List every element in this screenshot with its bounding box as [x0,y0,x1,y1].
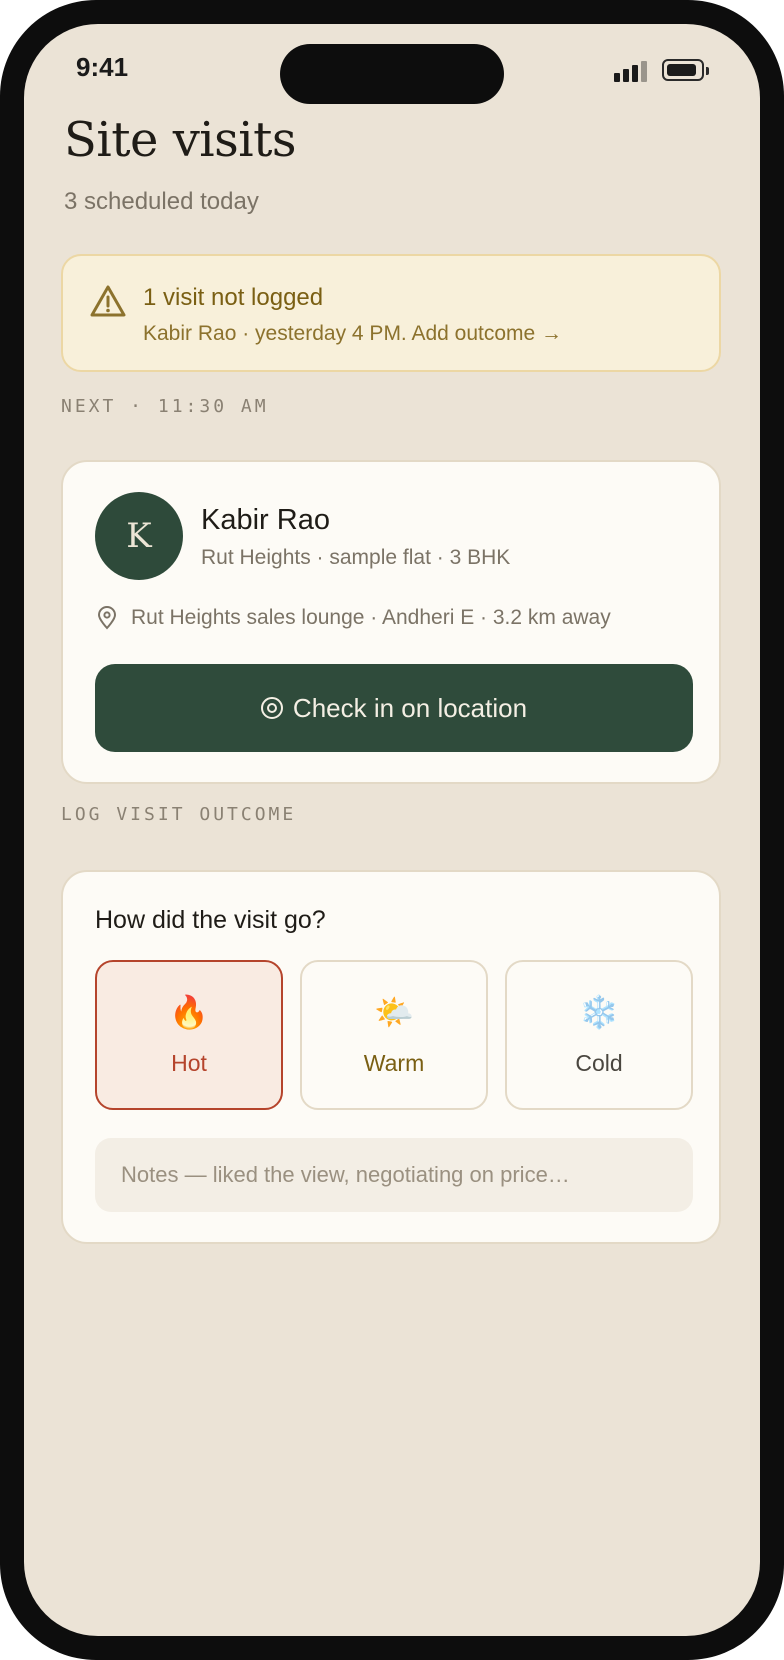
next-visit-card: K Kabir Rao Rut Heights · sample flat · … [61,460,721,784]
page-title: Site visits [64,112,297,168]
warning-icon [90,285,126,317]
notes-input[interactable] [95,1138,693,1212]
check-in-label: Check in on location [292,692,528,723]
signal-icon [614,60,650,82]
outcome-warm-button[interactable]: 🌤️ Warm [300,960,488,1110]
screen: 9:41 Site visits 3 scheduled today 1 vis… [24,24,760,1636]
dynamic-island [280,44,504,104]
client-name: Kabir Rao [201,504,330,536]
add-outcome-link[interactable]: Kabir Rao · yesterday 4 PM. Add outcome … [143,322,562,346]
snowflake-icon: ❄️ [579,994,619,1030]
check-in-button[interactable]: Check in on location [95,664,693,752]
outcome-question: How did the visit go? [95,906,326,934]
target-icon [260,697,283,719]
outcome-hot-button[interactable]: 🔥 Hot [95,960,283,1110]
alert-title: 1 visit not logged [143,284,324,311]
status-time: 9:41 [76,52,129,82]
outcome-cold-label: Cold [575,1050,623,1076]
phone-frame: 9:41 Site visits 3 scheduled today 1 vis… [0,0,784,1660]
outcome-card: How did the visit go? 🔥 Hot 🌤️ Warm ❄️ C… [61,870,721,1244]
outcome-hot-label: Hot [171,1050,207,1076]
log-outcome-label: LOG VISIT OUTCOME [61,804,297,825]
fire-icon: 🔥 [169,994,209,1030]
visit-location: Rut Heights sales lounge · Andheri E · 3… [131,606,611,629]
next-visit-label: NEXT · 11:30 AM [61,396,269,417]
avatar: K [95,492,183,580]
location-pin-icon [97,606,117,630]
page-subtitle: 3 scheduled today [64,188,259,215]
sun-cloud-icon: 🌤️ [374,994,414,1030]
client-meta: Rut Heights · sample flat · 3 BHK [201,546,511,569]
outcome-cold-button[interactable]: ❄️ Cold [505,960,693,1110]
battery-icon [662,59,709,81]
outcome-warm-label: Warm [363,1050,425,1076]
unlogged-visit-alert[interactable]: 1 visit not logged Kabir Rao · yesterday… [61,254,721,372]
